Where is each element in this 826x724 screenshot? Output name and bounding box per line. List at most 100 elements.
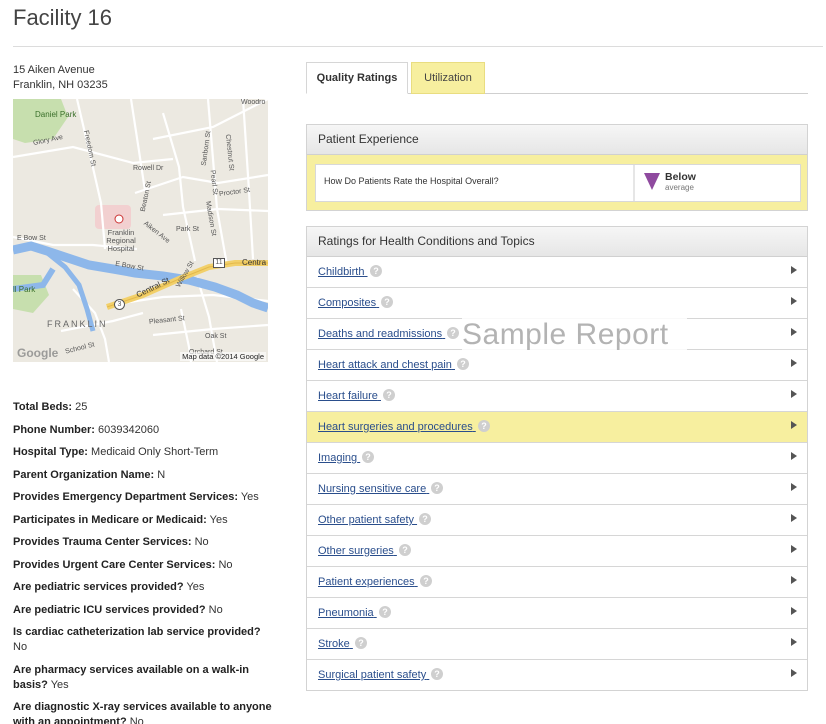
topic-row[interactable]: Other surgeries ? bbox=[307, 536, 807, 567]
expand-arrow-icon[interactable] bbox=[791, 359, 797, 367]
topic-link[interactable]: Surgical patient safety bbox=[318, 669, 429, 681]
help-icon[interactable]: ? bbox=[431, 668, 443, 680]
help-icon[interactable]: ? bbox=[478, 420, 490, 432]
expand-arrow-icon[interactable] bbox=[791, 328, 797, 336]
help-icon[interactable]: ? bbox=[379, 606, 391, 618]
topic-link[interactable]: Other surgeries bbox=[318, 545, 397, 557]
help-icon[interactable]: ? bbox=[431, 482, 443, 494]
topic-row[interactable]: Imaging ? bbox=[307, 443, 807, 474]
expand-arrow-icon[interactable] bbox=[791, 483, 797, 491]
help-icon[interactable]: ? bbox=[420, 575, 432, 587]
topic-row[interactable]: Other patient safety ? bbox=[307, 505, 807, 536]
topic-row[interactable]: Nursing sensitive care ? bbox=[307, 474, 807, 505]
topic-row[interactable]: Heart failure ? bbox=[307, 381, 807, 412]
topic-row[interactable]: Composites ? bbox=[307, 288, 807, 319]
topic-row[interactable]: Surgical patient safety ? bbox=[307, 660, 807, 691]
location-map[interactable]: Daniel Park Glory Ave Freedom St Rowell … bbox=[13, 99, 268, 362]
topic-label: Nursing sensitive care bbox=[318, 483, 427, 495]
patient-experience-panel: Patient Experience How Do Patients Rate … bbox=[306, 124, 808, 211]
fact-label: Are pediatric services provided? bbox=[13, 581, 184, 593]
fact-label: Hospital Type: bbox=[13, 446, 88, 458]
fact-row: Provides Emergency Department Services: … bbox=[13, 490, 275, 505]
topic-row[interactable]: Heart surgeries and procedures ? bbox=[307, 412, 807, 443]
topic-link[interactable]: Deaths and readmissions bbox=[318, 328, 445, 340]
patient-experience-heading: Patient Experience bbox=[307, 125, 807, 155]
help-icon[interactable]: ? bbox=[457, 358, 469, 370]
help-icon[interactable]: ? bbox=[362, 451, 374, 463]
expand-arrow-icon[interactable] bbox=[791, 266, 797, 274]
topic-label: Heart failure bbox=[318, 390, 378, 402]
fact-label: Total Beds: bbox=[13, 401, 73, 413]
topic-row[interactable]: Pneumonia ? bbox=[307, 598, 807, 629]
fact-label: Phone Number: bbox=[13, 423, 95, 436]
page-title: Facility 16 bbox=[13, 5, 113, 30]
fact-label: Are pharmacy services available on a wal… bbox=[13, 663, 250, 691]
map-label-daniel-park: Daniel Park bbox=[35, 110, 77, 119]
fact-value: No bbox=[13, 641, 28, 653]
map-label-woodrow: Woodro bbox=[241, 99, 266, 106]
topic-link[interactable]: Nursing sensitive care bbox=[318, 483, 429, 495]
report-tabs: Quality Ratings Utilization bbox=[306, 62, 808, 94]
map-route-3-shield: 3 bbox=[114, 299, 125, 310]
topic-label: Composites bbox=[318, 297, 377, 309]
topic-link[interactable]: Heart failure bbox=[318, 390, 381, 402]
topic-link[interactable]: Heart surgeries and procedures bbox=[318, 421, 476, 433]
fact-label: Participates in Medicare or Medicaid: bbox=[13, 513, 207, 526]
help-icon[interactable]: ? bbox=[383, 389, 395, 401]
topic-link[interactable]: Patient experiences bbox=[318, 576, 418, 588]
fact-row: Are pediatric services provided? Yes bbox=[13, 580, 275, 595]
patient-experience-question: How Do Patients Rate the Hospital Overal… bbox=[324, 176, 499, 186]
tab-utilization[interactable]: Utilization bbox=[411, 62, 485, 94]
expand-arrow-icon[interactable] bbox=[791, 669, 797, 677]
topic-label: Deaths and readmissions bbox=[318, 328, 443, 340]
tab-quality-ratings[interactable]: Quality Ratings bbox=[306, 62, 408, 94]
topic-row[interactable]: Heart attack and chest pain ? bbox=[307, 350, 807, 381]
fact-label: Provides Urgent Care Center Services: bbox=[13, 558, 216, 571]
map-label-oak-st: Oak St bbox=[205, 333, 227, 340]
facility-facts: Total Beds: 25 Phone Number: 6039342060 Ho… bbox=[13, 400, 275, 724]
topic-link[interactable]: Other patient safety bbox=[318, 514, 417, 526]
expand-arrow-icon[interactable] bbox=[791, 576, 797, 584]
topic-row[interactable]: Stroke ? bbox=[307, 629, 807, 660]
topic-link[interactable]: Composites bbox=[318, 297, 379, 309]
topic-link[interactable]: Stroke bbox=[318, 638, 353, 650]
expand-arrow-icon[interactable] bbox=[791, 514, 797, 522]
topic-row[interactable]: Childbirth ? bbox=[307, 257, 807, 288]
fact-value: No bbox=[208, 603, 223, 616]
help-icon[interactable]: ? bbox=[370, 265, 382, 277]
fact-row: Participates in Medicare or Medicaid: Ye… bbox=[13, 513, 275, 528]
topic-label: Heart attack and chest pain bbox=[318, 359, 452, 371]
rating-divider bbox=[633, 165, 635, 201]
expand-arrow-icon[interactable] bbox=[791, 452, 797, 460]
topic-label: Other surgeries bbox=[318, 545, 394, 557]
expand-arrow-icon[interactable] bbox=[791, 638, 797, 646]
help-icon[interactable]: ? bbox=[381, 296, 393, 308]
expand-arrow-icon[interactable] bbox=[791, 421, 797, 429]
map-label-central-st-east: Centra bbox=[242, 258, 267, 267]
topic-link[interactable]: Pneumonia bbox=[318, 607, 377, 619]
help-icon[interactable]: ? bbox=[419, 513, 431, 525]
facility-address: 15 Aiken Avenue Franklin, NH 03235 bbox=[13, 63, 108, 93]
help-icon[interactable]: ? bbox=[355, 637, 367, 649]
topic-row[interactable]: Patient experiences ? bbox=[307, 567, 807, 598]
topic-label: Other patient safety bbox=[318, 514, 414, 526]
map-label-e-bow-st-1: E Bow St bbox=[17, 235, 46, 242]
topic-link[interactable]: Childbirth bbox=[318, 266, 368, 278]
fact-label: Provides Trauma Center Services: bbox=[13, 536, 192, 548]
patient-experience-row: How Do Patients Rate the Hospital Overal… bbox=[315, 164, 801, 202]
topic-link[interactable]: Imaging bbox=[318, 452, 360, 464]
expand-arrow-icon[interactable] bbox=[791, 297, 797, 305]
map-route-11-shield: 11 bbox=[213, 258, 225, 268]
map-credit: Map data ©2014 Google bbox=[180, 352, 266, 361]
down-triangle-icon bbox=[644, 173, 660, 190]
title-divider bbox=[13, 46, 823, 47]
help-icon[interactable]: ? bbox=[399, 544, 411, 556]
fact-row: Are pharmacy services available on a wal… bbox=[13, 663, 275, 693]
expand-arrow-icon[interactable] bbox=[791, 390, 797, 398]
topic-link[interactable]: Heart attack and chest pain bbox=[318, 359, 455, 371]
fact-value: N bbox=[157, 468, 166, 481]
help-icon[interactable]: ? bbox=[447, 327, 459, 339]
expand-arrow-icon[interactable] bbox=[791, 607, 797, 615]
expand-arrow-icon[interactable] bbox=[791, 545, 797, 553]
address-line-1: 15 Aiken Avenue bbox=[13, 64, 95, 76]
